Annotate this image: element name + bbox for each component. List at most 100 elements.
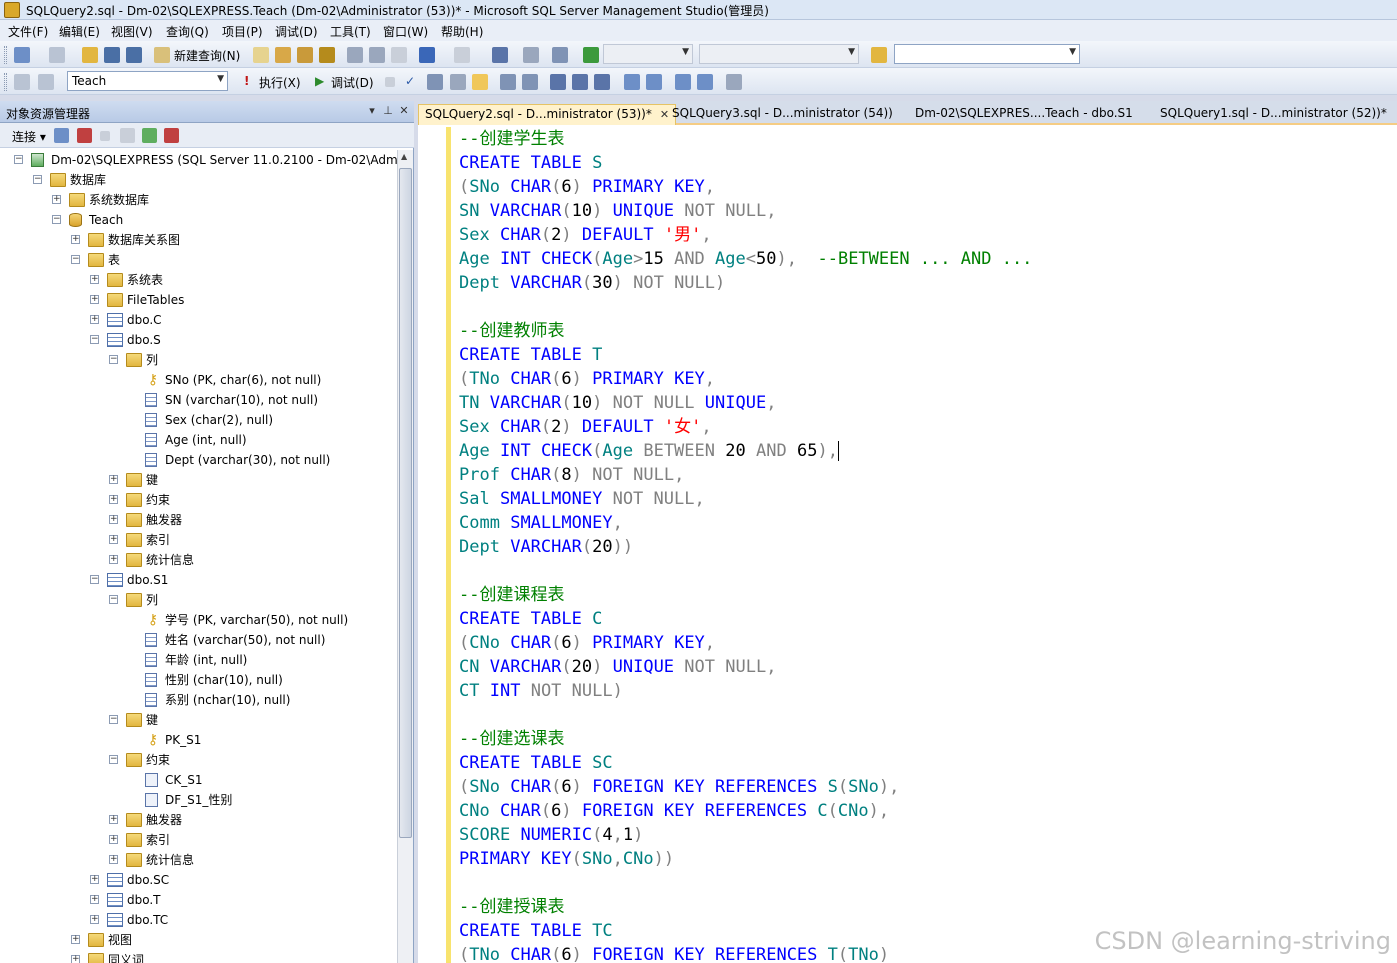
expand-icon[interactable]: + <box>109 515 118 524</box>
code-line[interactable]: −CREATE TABLE S <box>459 151 602 175</box>
tree-node[interactable]: + 约束 <box>0 490 397 510</box>
code-line[interactable]: Age INT CHECK(Age BETWEEN 20 AND 65), <box>459 439 839 463</box>
code-line[interactable]: (TNo CHAR(6) FOREIGN KEY REFERENCES T(TN… <box>459 943 889 963</box>
code-line[interactable]: --创建授课表 <box>459 895 564 919</box>
tree-node[interactable]: + 索引 <box>0 830 397 850</box>
tree-node[interactable]: ⚷ SNo (PK, char(6), not null) <box>0 370 397 390</box>
collapse-icon[interactable]: − <box>71 255 80 264</box>
tree-node[interactable]: CK_S1 <box>0 770 397 790</box>
tab-sqlquery2[interactable]: SQLQuery2.sql - D...ministrator (53))* ✕ <box>418 104 677 125</box>
find-in-files-icon[interactable] <box>871 47 887 63</box>
code-line[interactable]: --创建教师表 <box>459 319 564 343</box>
solution-config-dropdown[interactable]: ▼ <box>603 44 693 64</box>
tree-node[interactable]: Sex (char(2), null) <box>0 410 397 430</box>
code-line[interactable]: CT INT NOT NULL) <box>459 679 623 703</box>
parse-icon[interactable]: ✓ <box>405 74 415 88</box>
connect-object-explorer-icon[interactable] <box>54 128 69 143</box>
execute-button[interactable]: 执行(X) <box>259 74 301 91</box>
tree-node[interactable]: Dept (varchar(30), not null) <box>0 450 397 470</box>
code-line[interactable]: Prof CHAR(8) NOT NULL, <box>459 463 684 487</box>
find-icon[interactable] <box>523 47 539 63</box>
debug-button[interactable]: 调试(D) <box>331 74 374 91</box>
tree-node[interactable]: SN (varchar(10), not null) <box>0 390 397 410</box>
menu-query[interactable]: 查询(Q) <box>166 23 209 40</box>
code-line[interactable]: −CREATE TABLE SC <box>459 751 613 775</box>
tree-node[interactable]: − 表 <box>0 250 397 270</box>
tree-node[interactable]: − 数据库 <box>0 170 397 190</box>
collapse-icon[interactable]: − <box>14 155 23 164</box>
solution-platform-dropdown[interactable]: ▼ <box>699 44 859 64</box>
collapse-icon[interactable]: − <box>90 335 99 344</box>
decrease-indent-icon[interactable] <box>675 74 691 90</box>
new-query-button[interactable]: 新建查询(N) <box>174 47 240 64</box>
collapse-icon[interactable]: − <box>33 175 42 184</box>
code-line[interactable]: PRIMARY KEY(SNo,CNo)) <box>459 847 674 871</box>
expand-icon[interactable]: + <box>109 535 118 544</box>
toolbar-grip[interactable] <box>4 73 7 91</box>
collapse-icon[interactable]: − <box>109 355 118 364</box>
tree-node[interactable]: + 视图 <box>0 930 397 950</box>
code-line[interactable]: (TNo CHAR(6) PRIMARY KEY, <box>459 367 715 391</box>
tree-node[interactable]: − dbo.S1 <box>0 570 397 590</box>
menu-help[interactable]: 帮助(H) <box>441 23 483 40</box>
code-line[interactable]: −CREATE TABLE T <box>459 343 602 367</box>
save-all-icon[interactable] <box>126 47 142 63</box>
expand-icon[interactable]: + <box>90 275 99 284</box>
comment-icon[interactable] <box>624 74 640 90</box>
code-line[interactable]: Sex CHAR(2) DEFAULT '男', <box>459 223 712 247</box>
tree-node[interactable]: + 触发器 <box>0 510 397 530</box>
results-to-grid-icon[interactable] <box>572 74 588 90</box>
expand-icon[interactable]: + <box>109 815 118 824</box>
dmx-query-icon[interactable] <box>319 47 335 63</box>
tree-node[interactable]: ⚷ 学号 (PK, varchar(50), not null) <box>0 610 397 630</box>
tree-node[interactable]: 性别 (char(10), null) <box>0 670 397 690</box>
toolbar-grip[interactable] <box>4 46 7 64</box>
tree-node[interactable]: + dbo.C <box>0 310 397 330</box>
query-options-icon[interactable] <box>472 74 488 90</box>
scroll-up-icon[interactable]: ▲ <box>401 152 407 161</box>
code-line[interactable]: Dept VARCHAR(20)) <box>459 535 633 559</box>
tab-sqlquery3[interactable]: SQLQuery3.sql - D...ministrator (54)) <box>666 104 899 125</box>
add-item-icon[interactable] <box>49 47 65 63</box>
menu-project[interactable]: 项目(P) <box>222 23 263 40</box>
analysis-query-icon[interactable] <box>275 47 291 63</box>
save-icon[interactable] <box>104 47 120 63</box>
db-engine-query-icon[interactable] <box>253 47 269 63</box>
navigate-icon[interactable] <box>492 47 508 63</box>
expand-icon[interactable]: + <box>71 235 80 244</box>
tree-node[interactable]: 系别 (nchar(10), null) <box>0 690 397 710</box>
tree-node[interactable]: − Dm-02\SQLEXPRESS (SQL Server 11.0.2100 … <box>0 150 397 170</box>
redo-icon[interactable] <box>454 47 470 63</box>
start-debug-icon[interactable] <box>583 47 599 63</box>
expand-icon[interactable]: + <box>90 895 99 904</box>
code-line[interactable]: CNo CHAR(6) FOREIGN KEY REFERENCES C(CNo… <box>459 799 889 823</box>
tree-node[interactable]: DF_S1_性别 <box>0 790 397 810</box>
tree-node[interactable]: − dbo.S <box>0 330 397 350</box>
menu-window[interactable]: 窗口(W) <box>383 23 428 40</box>
expand-icon[interactable]: + <box>109 495 118 504</box>
code-line[interactable]: Age INT CHECK(Age>15 AND Age<50), --BETW… <box>459 247 1032 271</box>
pin-icon[interactable]: ⊥ <box>381 104 395 118</box>
code-line[interactable]: −CREATE TABLE C <box>459 607 602 631</box>
mdx-query-icon[interactable] <box>297 47 313 63</box>
tree-node[interactable]: Age (int, null) <box>0 430 397 450</box>
connect-button[interactable]: 连接 ▾ <box>12 128 46 145</box>
code-line[interactable]: SCORE NUMERIC(4,1) <box>459 823 643 847</box>
expand-icon[interactable]: + <box>109 855 118 864</box>
display-plan-icon[interactable] <box>427 74 443 90</box>
tree-node[interactable]: + dbo.SC <box>0 870 397 890</box>
code-line[interactable]: Dept VARCHAR(30) NOT NULL) <box>459 271 725 295</box>
sql-code-editor[interactable]: --创建学生表−CREATE TABLE S(SNo CHAR(6) PRIMA… <box>458 127 1397 963</box>
object-explorer-scrollbar[interactable]: ▲ <box>397 150 413 963</box>
activity-monitor-icon[interactable] <box>552 47 568 63</box>
code-line[interactable]: −CREATE TABLE TC <box>459 919 613 943</box>
code-line[interactable]: --创建选课表 <box>459 727 564 751</box>
menu-tools[interactable]: 工具(T) <box>330 23 371 40</box>
tree-node[interactable]: − Teach <box>0 210 397 230</box>
results-to-file-icon[interactable] <box>594 74 610 90</box>
tree-node[interactable]: ⚷ PK_S1 <box>0 730 397 750</box>
open-file-icon[interactable] <box>82 47 98 63</box>
tree-node[interactable]: + dbo.TC <box>0 910 397 930</box>
expand-icon[interactable]: + <box>71 955 80 963</box>
expand-icon[interactable]: + <box>90 295 99 304</box>
